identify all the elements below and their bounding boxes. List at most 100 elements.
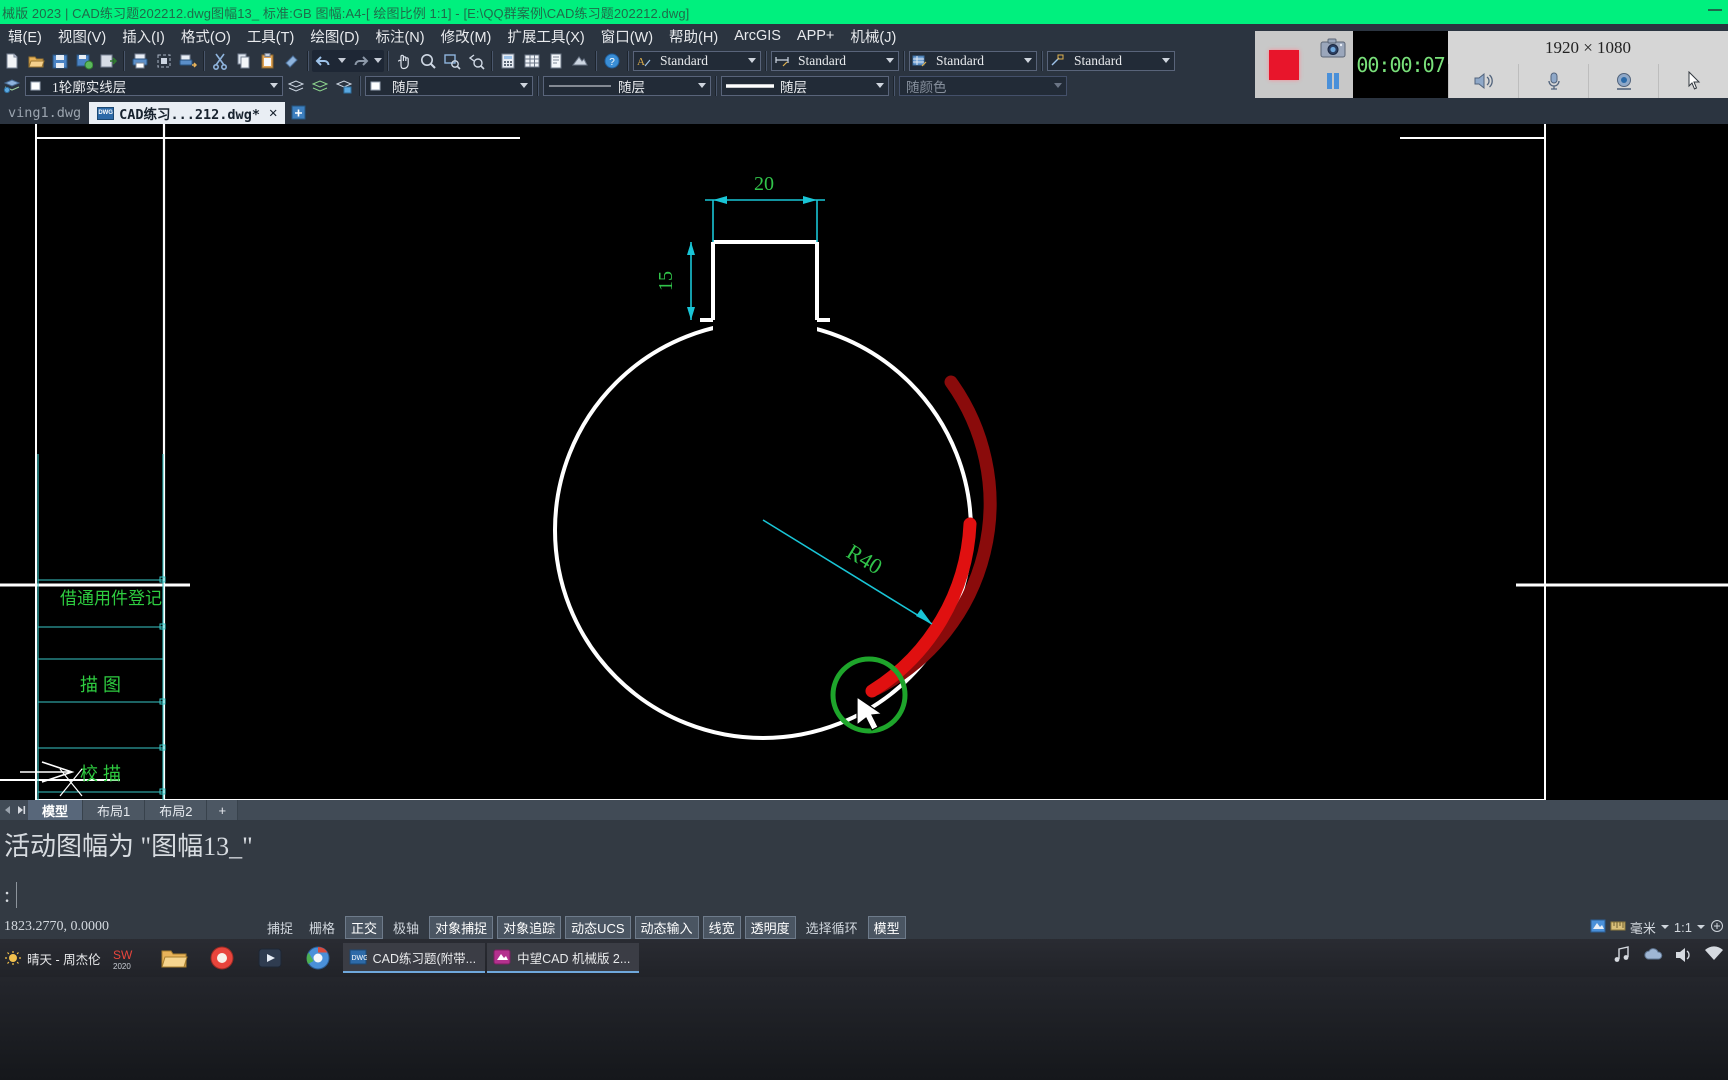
lineweight-combo[interactable]: 随层 [721,75,889,96]
table-icon[interactable] [521,50,543,72]
open-file-icon[interactable] [25,50,47,72]
menu-item-express[interactable]: 扩展工具(X) [499,24,592,49]
status-toggle-osnap[interactable]: 对象捕捉 [429,915,494,939]
menu-item-draw[interactable]: 绘图(D) [302,24,367,49]
menu-item-app-plus[interactable]: APP+ [789,26,842,46]
table-style-combo[interactable]: Standard [909,50,1037,71]
print-icon[interactable] [129,50,151,72]
layer-previous-icon[interactable] [285,75,307,97]
menu-item-modify[interactable]: 修改(M) [433,24,500,49]
cut-icon[interactable] [209,50,231,72]
microphone-icon[interactable] [1518,64,1588,98]
status-toggle-dyninput[interactable]: 动态输入 [634,915,699,939]
plot-icon[interactable] [177,50,199,72]
pan-icon[interactable] [393,50,415,72]
status-toggle-ducs[interactable]: 动态UCS [565,915,631,939]
status-toggle-polar[interactable]: 极轴 [387,916,425,939]
menu-item-format[interactable]: 格式(O) [173,24,239,49]
status-toggle-snap[interactable]: 捕捉 [261,916,299,939]
match-properties-icon[interactable] [281,50,303,72]
chevron-down-icon[interactable] [1158,52,1174,70]
screenshot-button[interactable] [1313,31,1353,65]
taskbar-window-cad-exercise[interactable]: DWG CAD练习题(附带... [342,943,486,973]
annotation-scale-icon[interactable] [1590,919,1606,936]
redo-dropdown-icon[interactable] [372,50,384,72]
chevron-down-icon[interactable] [882,52,898,70]
tab-nav-last-icon[interactable] [14,801,28,819]
new-document-button[interactable] [289,103,311,123]
layer-manager-icon[interactable] [1,75,23,97]
zoom-realtime-icon[interactable] [417,50,439,72]
speaker-icon[interactable] [1448,64,1518,98]
scale-chevron-icon[interactable] [1696,920,1706,935]
color-combo[interactable]: 随层 [365,75,533,96]
save-as-icon[interactable] [73,50,95,72]
menu-item-window[interactable]: 窗口(W) [593,24,661,49]
drawing-canvas[interactable]: 借通用件登记 描 图 校 描 20 15 R40 [0,124,1728,800]
status-toggle-otrack[interactable]: 对象追踪 [497,915,562,939]
copy-icon[interactable] [233,50,255,72]
taskbar-app-media[interactable] [247,940,293,976]
undo-icon[interactable] [313,50,335,72]
document-icon[interactable] [545,50,567,72]
status-toggle-grid[interactable]: 栅格 [303,916,341,939]
taskbar-weather-widget[interactable]: 晴天 - 周杰伦 [0,949,101,968]
units-chevron-icon[interactable] [1660,920,1670,935]
paste-icon[interactable] [257,50,279,72]
new-file-icon[interactable] [1,50,23,72]
chevron-down-icon[interactable] [744,52,760,70]
menu-item-mechanical[interactable]: 机械(J) [842,24,904,49]
stop-record-button[interactable] [1255,31,1313,98]
menu-item-help[interactable]: 帮助(H) [661,24,726,49]
command-line[interactable]: : [0,878,1728,912]
pause-button[interactable] [1313,65,1353,99]
music-icon[interactable] [1612,945,1632,970]
export-icon[interactable] [97,50,119,72]
network-icon[interactable] [1704,946,1724,969]
status-toggle-transparency[interactable]: 透明度 [744,915,796,939]
taskbar-app-chrome[interactable] [295,940,341,976]
status-toggle-selection-cycling[interactable]: 选择循环 [800,916,864,939]
taskbar-app-file-explorer[interactable] [151,940,197,976]
menu-item-dimension[interactable]: 标注(N) [367,24,432,49]
render-icon[interactable] [569,50,591,72]
mleader-style-combo[interactable]: Standard [1047,50,1175,71]
layout-tab-layout2[interactable]: 布局2 [145,800,208,820]
layer-make-current-icon[interactable] [309,75,331,97]
undo-dropdown-icon[interactable] [336,50,348,72]
redo-icon[interactable] [349,50,371,72]
status-toggle-ortho[interactable]: 正交 [345,915,384,939]
chevron-down-icon[interactable] [1020,52,1036,70]
status-toggle-lineweight[interactable]: 线宽 [702,915,741,939]
layout-tab-model[interactable]: 模型 [28,800,84,820]
menu-item-arcgis[interactable]: ArcGIS [726,26,789,46]
chevron-down-icon[interactable] [694,77,710,95]
layer-state-icon[interactable] [333,75,355,97]
menu-item-view[interactable]: 视图(V) [50,24,114,49]
print-preview-icon[interactable] [153,50,175,72]
menu-item-insert[interactable]: 插入(I) [114,24,173,49]
zoom-window-icon[interactable] [441,50,463,72]
chevron-down-icon[interactable] [266,77,282,95]
layout-tab-layout1[interactable]: 布局1 [83,800,146,820]
calculator-icon[interactable] [497,50,519,72]
taskbar-app-browser[interactable] [199,940,245,976]
tab-nav-first-icon[interactable] [0,801,14,819]
chevron-down-icon[interactable] [516,77,532,95]
help-icon[interactable]: ? [601,50,623,72]
close-icon[interactable]: ✕ [269,105,277,121]
zoom-previous-icon[interactable] [465,50,487,72]
save-icon[interactable] [49,50,71,72]
text-style-combo[interactable]: A Standard [633,50,761,71]
menu-item-edit[interactable]: 辑(E) [0,24,50,49]
dim-style-combo[interactable]: Standard [771,50,899,71]
command-input[interactable] [16,882,1728,908]
layout-tab-add[interactable]: + [207,800,239,820]
status-menu-icon[interactable] [1710,919,1724,936]
document-tab-drawing1[interactable]: ving1.dwg [0,102,89,124]
menu-item-tools[interactable]: 工具(T) [239,24,303,49]
status-toggle-model[interactable]: 模型 [867,915,906,939]
chevron-down-icon[interactable] [872,77,888,95]
taskbar-window-zwcad[interactable]: 中望CAD 机械版 2... [487,943,640,973]
webcam-icon[interactable] [1588,64,1658,98]
